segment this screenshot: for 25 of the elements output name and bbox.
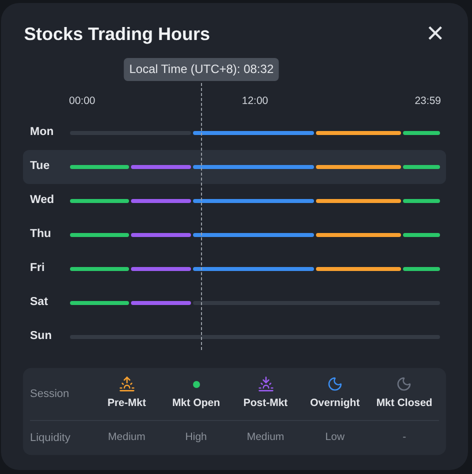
liquidity-value: Low [324, 430, 346, 446]
day-label: Wed [30, 193, 56, 208]
hour-label: 00:00 [69, 95, 96, 108]
close-button[interactable]: × [426, 22, 444, 46]
session-name: Post-Mkt [243, 396, 288, 412]
liquidity-value: - [402, 430, 408, 446]
day-label: Fri [30, 261, 46, 276]
session-label: Session [30, 386, 70, 402]
session-name: Overnight [310, 396, 360, 412]
session-name: Pre-Mkt [107, 396, 146, 412]
liquidity-value: High [184, 430, 208, 446]
liquidity-value: Medium [107, 430, 146, 446]
day-label: Sat [30, 295, 49, 310]
liquidity-label: Liquidity [30, 430, 72, 446]
day-label: Thu [30, 227, 52, 242]
hour-label: 12:00 [242, 95, 268, 108]
local-time-tooltip: Local Time (UTC+8): 08:32 [124, 58, 279, 81]
session-name: Mkt Open [172, 396, 220, 412]
hour-label: 23:59 [414, 95, 441, 108]
day-label: Tue [30, 159, 51, 174]
day-label: Sun [30, 329, 53, 344]
liquidity-value: Medium [246, 430, 286, 446]
modal-title: Stocks Trading Hours [24, 23, 210, 46]
day-label: Mon [30, 125, 55, 140]
session-name: Mkt Closed [376, 396, 432, 412]
